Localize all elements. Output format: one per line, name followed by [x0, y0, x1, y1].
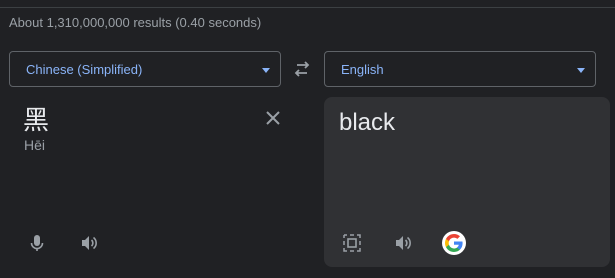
google-search-button[interactable]	[442, 231, 466, 255]
listen-translation-button[interactable]	[391, 231, 415, 255]
select-text-button[interactable]	[340, 231, 364, 255]
voice-input-button[interactable]	[25, 231, 49, 255]
target-language-label: English	[341, 62, 384, 77]
source-language-label: Chinese (Simplified)	[26, 62, 143, 77]
listen-source-button[interactable]	[77, 231, 101, 255]
close-icon	[266, 111, 280, 125]
source-transliteration: Hēi	[24, 137, 46, 153]
microphone-icon	[30, 235, 44, 251]
clear-source-button[interactable]	[263, 108, 283, 128]
chevron-down-icon	[262, 68, 270, 73]
speaker-icon	[82, 236, 97, 250]
translate-widget: About 1,310,000,000 results (0.40 second…	[0, 0, 615, 278]
translation-text: black	[339, 109, 396, 136]
google-logo-icon	[445, 234, 463, 252]
speaker-icon	[396, 236, 411, 250]
source-text[interactable]: 黑	[23, 105, 49, 135]
select-frame-icon	[343, 234, 361, 252]
translation-panel: black	[324, 97, 610, 267]
top-divider	[0, 0, 615, 8]
swap-languages-button[interactable]	[291, 58, 313, 80]
source-language-select[interactable]: Chinese (Simplified)	[9, 51, 281, 87]
results-stats: About 1,310,000,000 results (0.40 second…	[9, 15, 262, 30]
chevron-down-icon	[577, 68, 585, 73]
swap-arrows-icon	[294, 61, 310, 77]
target-language-select[interactable]: English	[324, 51, 596, 87]
source-panel: 黑 Hēi	[9, 97, 299, 267]
